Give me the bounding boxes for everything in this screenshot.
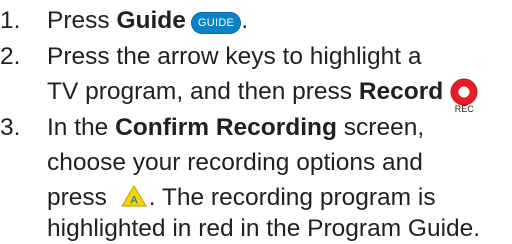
record-circle-icon xyxy=(450,78,478,106)
step-number: 3. xyxy=(0,114,21,141)
step-text: press xyxy=(47,184,114,211)
step-2-continued: TV program, and then press Record REC xyxy=(47,77,482,114)
a-button-icon: A xyxy=(120,184,148,208)
step-3-line-4: highlighted in red in the Program Guide. xyxy=(47,214,480,244)
step-number: 2. xyxy=(0,43,21,70)
step-text: screen, xyxy=(336,114,425,141)
step-3-line-3: press A . The recording program is xyxy=(47,183,436,213)
step-text: . The recording program is xyxy=(148,184,436,211)
record-button-icon: REC xyxy=(446,77,482,114)
step-text: Press xyxy=(47,7,117,34)
step-text: Press the arrow keys to highlight a xyxy=(47,43,422,70)
instruction-list: 1. Press Guide GUIDE. 2. Press the arrow ke… xyxy=(0,0,512,244)
step-3: 3. In the Confirm Recording screen, xyxy=(0,113,424,143)
step-2: 2. Press the arrow keys to highlight a xyxy=(0,42,422,72)
step-text: In the xyxy=(47,114,116,141)
guide-keyword: Guide xyxy=(116,7,186,34)
a-button-label: A xyxy=(130,195,138,207)
step-text: choose your recording options and xyxy=(47,149,423,176)
step-1: 1. Press Guide GUIDE. xyxy=(0,6,248,36)
step-text: highlighted in red in the Program Guide. xyxy=(47,215,481,242)
step-3-line-2: choose your recording options and xyxy=(47,148,423,178)
step-text: TV program, and then press xyxy=(47,78,359,105)
record-button-label: REC xyxy=(454,104,474,114)
record-keyword: Record xyxy=(358,78,444,105)
step-number: 1. xyxy=(0,7,21,34)
step-punctuation: . xyxy=(241,7,249,34)
confirm-recording-keyword: Confirm Recording xyxy=(115,114,337,141)
guide-button-icon: GUIDE xyxy=(190,12,242,34)
